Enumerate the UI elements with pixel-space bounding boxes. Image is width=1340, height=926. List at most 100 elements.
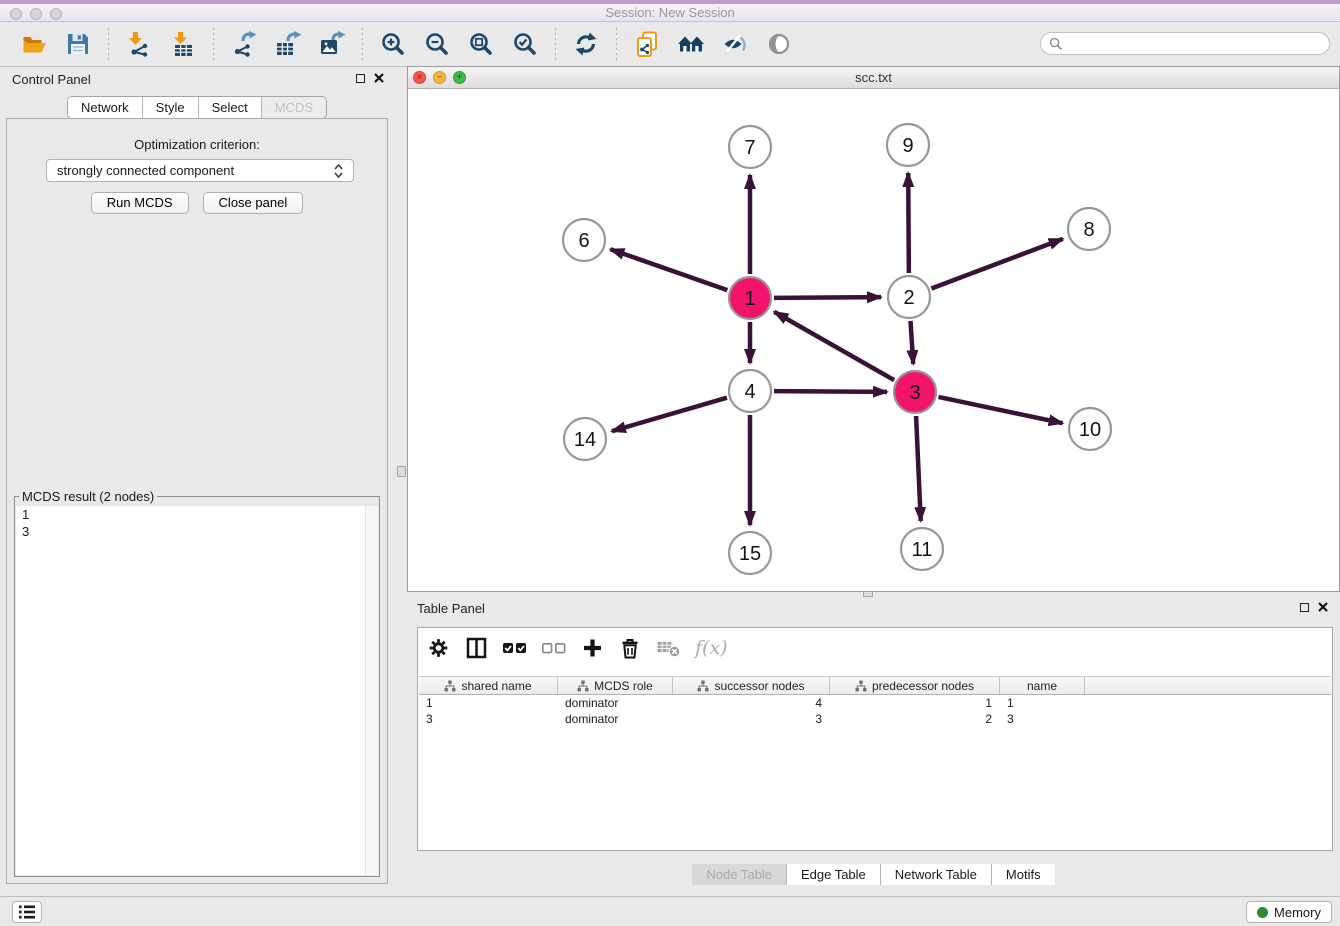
network-edge-4-3[interactable] xyxy=(774,391,887,392)
zoom-fit-icon xyxy=(468,31,494,57)
tab-mcds[interactable]: MCDS xyxy=(261,97,326,118)
network-minimize-button[interactable]: − xyxy=(433,71,446,84)
mcds-result-groupbox: MCDS result (2 nodes) 13 xyxy=(14,489,380,877)
network-node-7[interactable]: 7 xyxy=(729,126,771,168)
network-node-6[interactable]: 6 xyxy=(563,219,605,261)
open-session-button[interactable] xyxy=(19,29,49,59)
network-edge-2-9[interactable] xyxy=(908,173,909,273)
zoom-out-button[interactable] xyxy=(422,29,452,59)
zoom-in-button[interactable] xyxy=(378,29,408,59)
search-field[interactable] xyxy=(1040,32,1330,55)
tab-node-table[interactable]: Node Table xyxy=(692,864,786,885)
tab-select[interactable]: Select xyxy=(198,97,261,118)
zoom-selected-button[interactable] xyxy=(510,29,540,59)
export-image-button[interactable] xyxy=(317,29,347,59)
network-node-3[interactable]: 3 xyxy=(894,371,936,413)
tab-network-table[interactable]: Network Table xyxy=(880,864,991,885)
run-mcds-button[interactable]: Run MCDS xyxy=(91,192,189,214)
network-edge-1-2[interactable] xyxy=(774,297,881,298)
network-node-11[interactable]: 11 xyxy=(901,528,943,570)
table-settings-button[interactable] xyxy=(426,635,450,661)
mcds-result-list[interactable]: 13 xyxy=(16,506,378,875)
mcds-result-item: 1 xyxy=(16,506,378,523)
column-header-successor-nodes[interactable]: successor nodes xyxy=(673,677,830,694)
network-edge-3-1[interactable] xyxy=(774,312,894,380)
network-node-8[interactable]: 8 xyxy=(1068,208,1110,250)
export-network-button[interactable] xyxy=(229,29,259,59)
network-window-titlebar[interactable]: scc.txt × − + xyxy=(408,67,1339,89)
tab-network[interactable]: Network xyxy=(68,97,142,118)
clone-network-button[interactable] xyxy=(632,29,662,59)
table-row[interactable]: 1dominator411 xyxy=(419,695,1331,711)
svg-text:11: 11 xyxy=(912,539,933,561)
network-window-controls: × − + xyxy=(413,71,466,84)
import-table-button[interactable] xyxy=(168,29,198,59)
network-edge-3-10[interactable] xyxy=(938,397,1062,423)
column-header-shared-name[interactable]: shared name xyxy=(419,677,558,694)
float-table-panel-button[interactable] xyxy=(1300,603,1309,612)
network-window-title: scc.txt xyxy=(408,67,1339,89)
svg-text:10: 10 xyxy=(1079,419,1101,441)
zoom-in-icon xyxy=(380,31,406,57)
birds-eye-view-button[interactable] xyxy=(764,29,794,59)
network-edge-2-8[interactable] xyxy=(931,239,1062,289)
add-column-button[interactable] xyxy=(580,635,604,661)
zoom-fit-content-button[interactable] xyxy=(466,29,496,59)
close-table-panel-button[interactable] xyxy=(1318,602,1328,612)
close-panel-button[interactable]: Close panel xyxy=(203,192,304,214)
network-node-14[interactable]: 14 xyxy=(564,418,606,460)
network-node-1[interactable]: 1 xyxy=(729,277,771,319)
table-cell: 3 xyxy=(673,711,830,727)
network-edge-4-14[interactable] xyxy=(612,398,727,431)
table-row[interactable]: 3dominator323 xyxy=(419,711,1331,727)
show-graphics-details-button[interactable] xyxy=(720,29,750,59)
vertical-splitter-handle[interactable] xyxy=(397,466,406,477)
tab-motifs[interactable]: Motifs xyxy=(991,864,1055,885)
svg-text:7: 7 xyxy=(744,137,755,159)
network-node-10[interactable]: 10 xyxy=(1069,408,1111,450)
table-panel-title: Table Panel xyxy=(417,601,485,616)
network-node-9[interactable]: 9 xyxy=(887,124,929,166)
tab-style[interactable]: Style xyxy=(142,97,198,118)
memory-button[interactable]: Memory xyxy=(1246,901,1332,923)
column-header-mcds-role[interactable]: MCDS role xyxy=(558,677,673,694)
network-node-2[interactable]: 2 xyxy=(888,276,930,318)
network-edge-1-6[interactable] xyxy=(610,249,727,290)
network-edge-2-3[interactable] xyxy=(911,321,914,364)
float-panel-button[interactable] xyxy=(356,74,365,83)
column-header-name[interactable]: name xyxy=(1000,677,1085,694)
columns-icon xyxy=(465,636,488,660)
list-icon xyxy=(18,904,36,920)
delete-column-button[interactable] xyxy=(618,635,642,661)
close-panel-icon-button[interactable] xyxy=(374,73,384,83)
home-button[interactable] xyxy=(676,29,706,59)
import-network-button[interactable] xyxy=(124,29,154,59)
tab-edge-table[interactable]: Edge Table xyxy=(786,864,880,885)
select-all-button[interactable] xyxy=(502,635,527,661)
network-node-15[interactable]: 15 xyxy=(729,532,771,574)
network-close-button[interactable]: × xyxy=(413,71,426,84)
network-maximize-button[interactable]: + xyxy=(453,71,466,84)
search-input[interactable] xyxy=(1067,34,1329,53)
optimization-criterion-value: strongly connected component xyxy=(57,163,334,178)
table-cell: 3 xyxy=(1000,711,1085,727)
save-session-button[interactable] xyxy=(63,29,93,59)
show-columns-button[interactable] xyxy=(464,635,488,661)
column-header-predecessor-nodes[interactable]: predecessor nodes xyxy=(830,677,1000,694)
mcds-result-title: MCDS result (2 nodes) xyxy=(19,489,157,504)
home-icon xyxy=(677,31,705,57)
result-scrollbar[interactable] xyxy=(365,506,378,875)
function-icon: f(x) xyxy=(695,637,728,659)
svg-text:4: 4 xyxy=(744,381,755,403)
network-node-4[interactable]: 4 xyxy=(729,370,771,412)
optimization-criterion-select[interactable]: strongly connected component xyxy=(46,159,354,182)
network-canvas[interactable]: 7 9 6 8 1 2 4 3 14 10 15 11 xyxy=(408,89,1339,591)
export-table-button[interactable] xyxy=(273,29,303,59)
delete-table-icon xyxy=(656,637,681,659)
task-history-button[interactable] xyxy=(12,901,42,923)
deselect-all-button[interactable] xyxy=(541,635,566,661)
node-table-container: f(x) shared nameMCDS rolesuccessor nodes… xyxy=(417,627,1333,851)
network-edge-3-11[interactable] xyxy=(916,416,921,521)
refresh-view-button[interactable] xyxy=(571,29,601,59)
svg-text:2: 2 xyxy=(903,287,914,309)
